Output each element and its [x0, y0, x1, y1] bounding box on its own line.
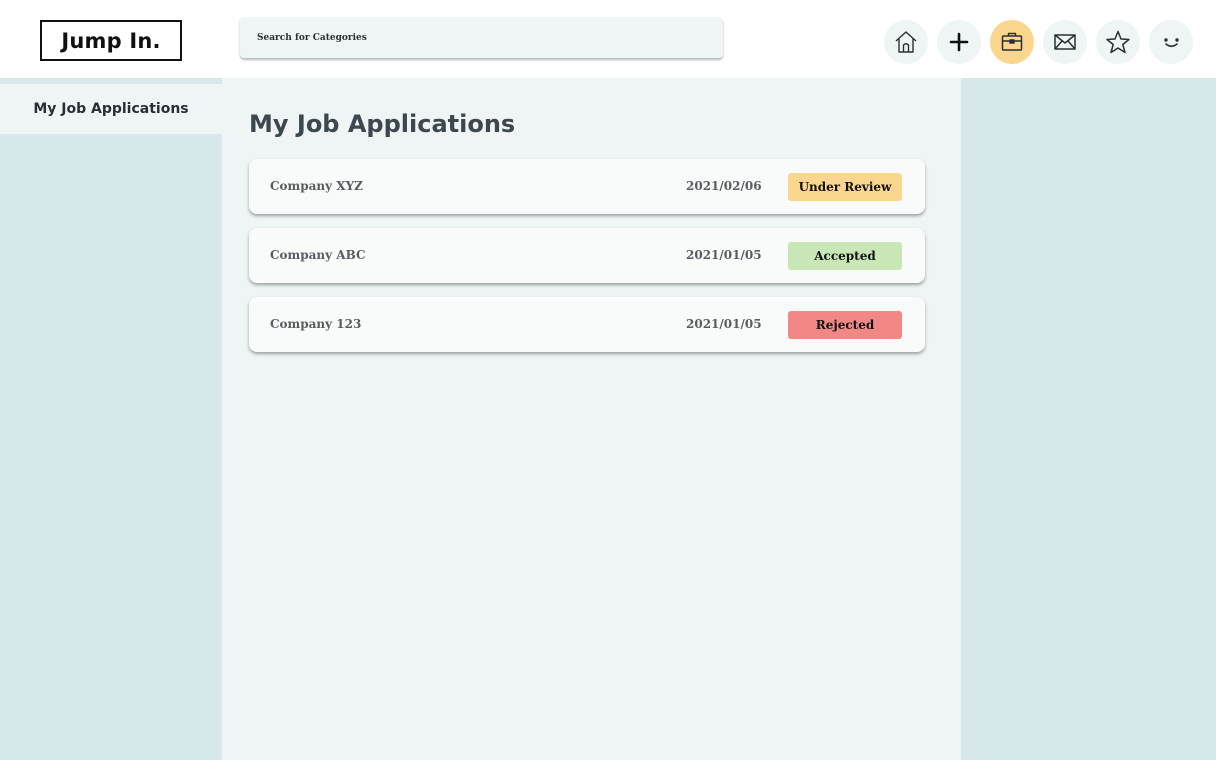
search-bar[interactable] [240, 17, 723, 58]
page-title: My Job Applications [249, 110, 516, 138]
company-name: Company XYZ [270, 179, 363, 193]
home-icon[interactable] [884, 20, 928, 64]
briefcase-icon[interactable] [990, 20, 1034, 64]
status-badge: Rejected [788, 311, 902, 339]
nav-icons [884, 20, 1193, 64]
star-icon[interactable] [1096, 20, 1140, 64]
status-badge: Under Review [788, 173, 902, 201]
application-date: 2021/01/05 [686, 317, 762, 331]
sidebar: My Job Applications [0, 78, 222, 760]
plus-icon[interactable] [937, 20, 981, 64]
application-date: 2021/02/06 [686, 179, 762, 193]
application-date: 2021/01/05 [686, 248, 762, 262]
logo[interactable]: Jump In. [40, 20, 182, 61]
application-row[interactable]: Company XYZ 2021/02/06 Under Review [249, 159, 925, 214]
company-name: Company ABC [270, 248, 366, 262]
company-name: Company 123 [270, 317, 362, 331]
smiley-icon[interactable] [1149, 20, 1193, 64]
search-input[interactable] [257, 32, 723, 43]
status-badge: Accepted [788, 242, 902, 270]
right-panel [961, 78, 1216, 760]
mail-icon[interactable] [1043, 20, 1087, 64]
application-row[interactable]: Company ABC 2021/01/05 Accepted [249, 228, 925, 283]
application-row[interactable]: Company 123 2021/01/05 Rejected [249, 297, 925, 352]
application-list: Company XYZ 2021/02/06 Under Review Comp… [249, 159, 925, 366]
main-content: My Job Applications Company XYZ 2021/02/… [222, 78, 961, 760]
top-bar: Jump In. [0, 0, 1216, 78]
sidebar-item-my-job-applications[interactable]: My Job Applications [0, 84, 222, 134]
